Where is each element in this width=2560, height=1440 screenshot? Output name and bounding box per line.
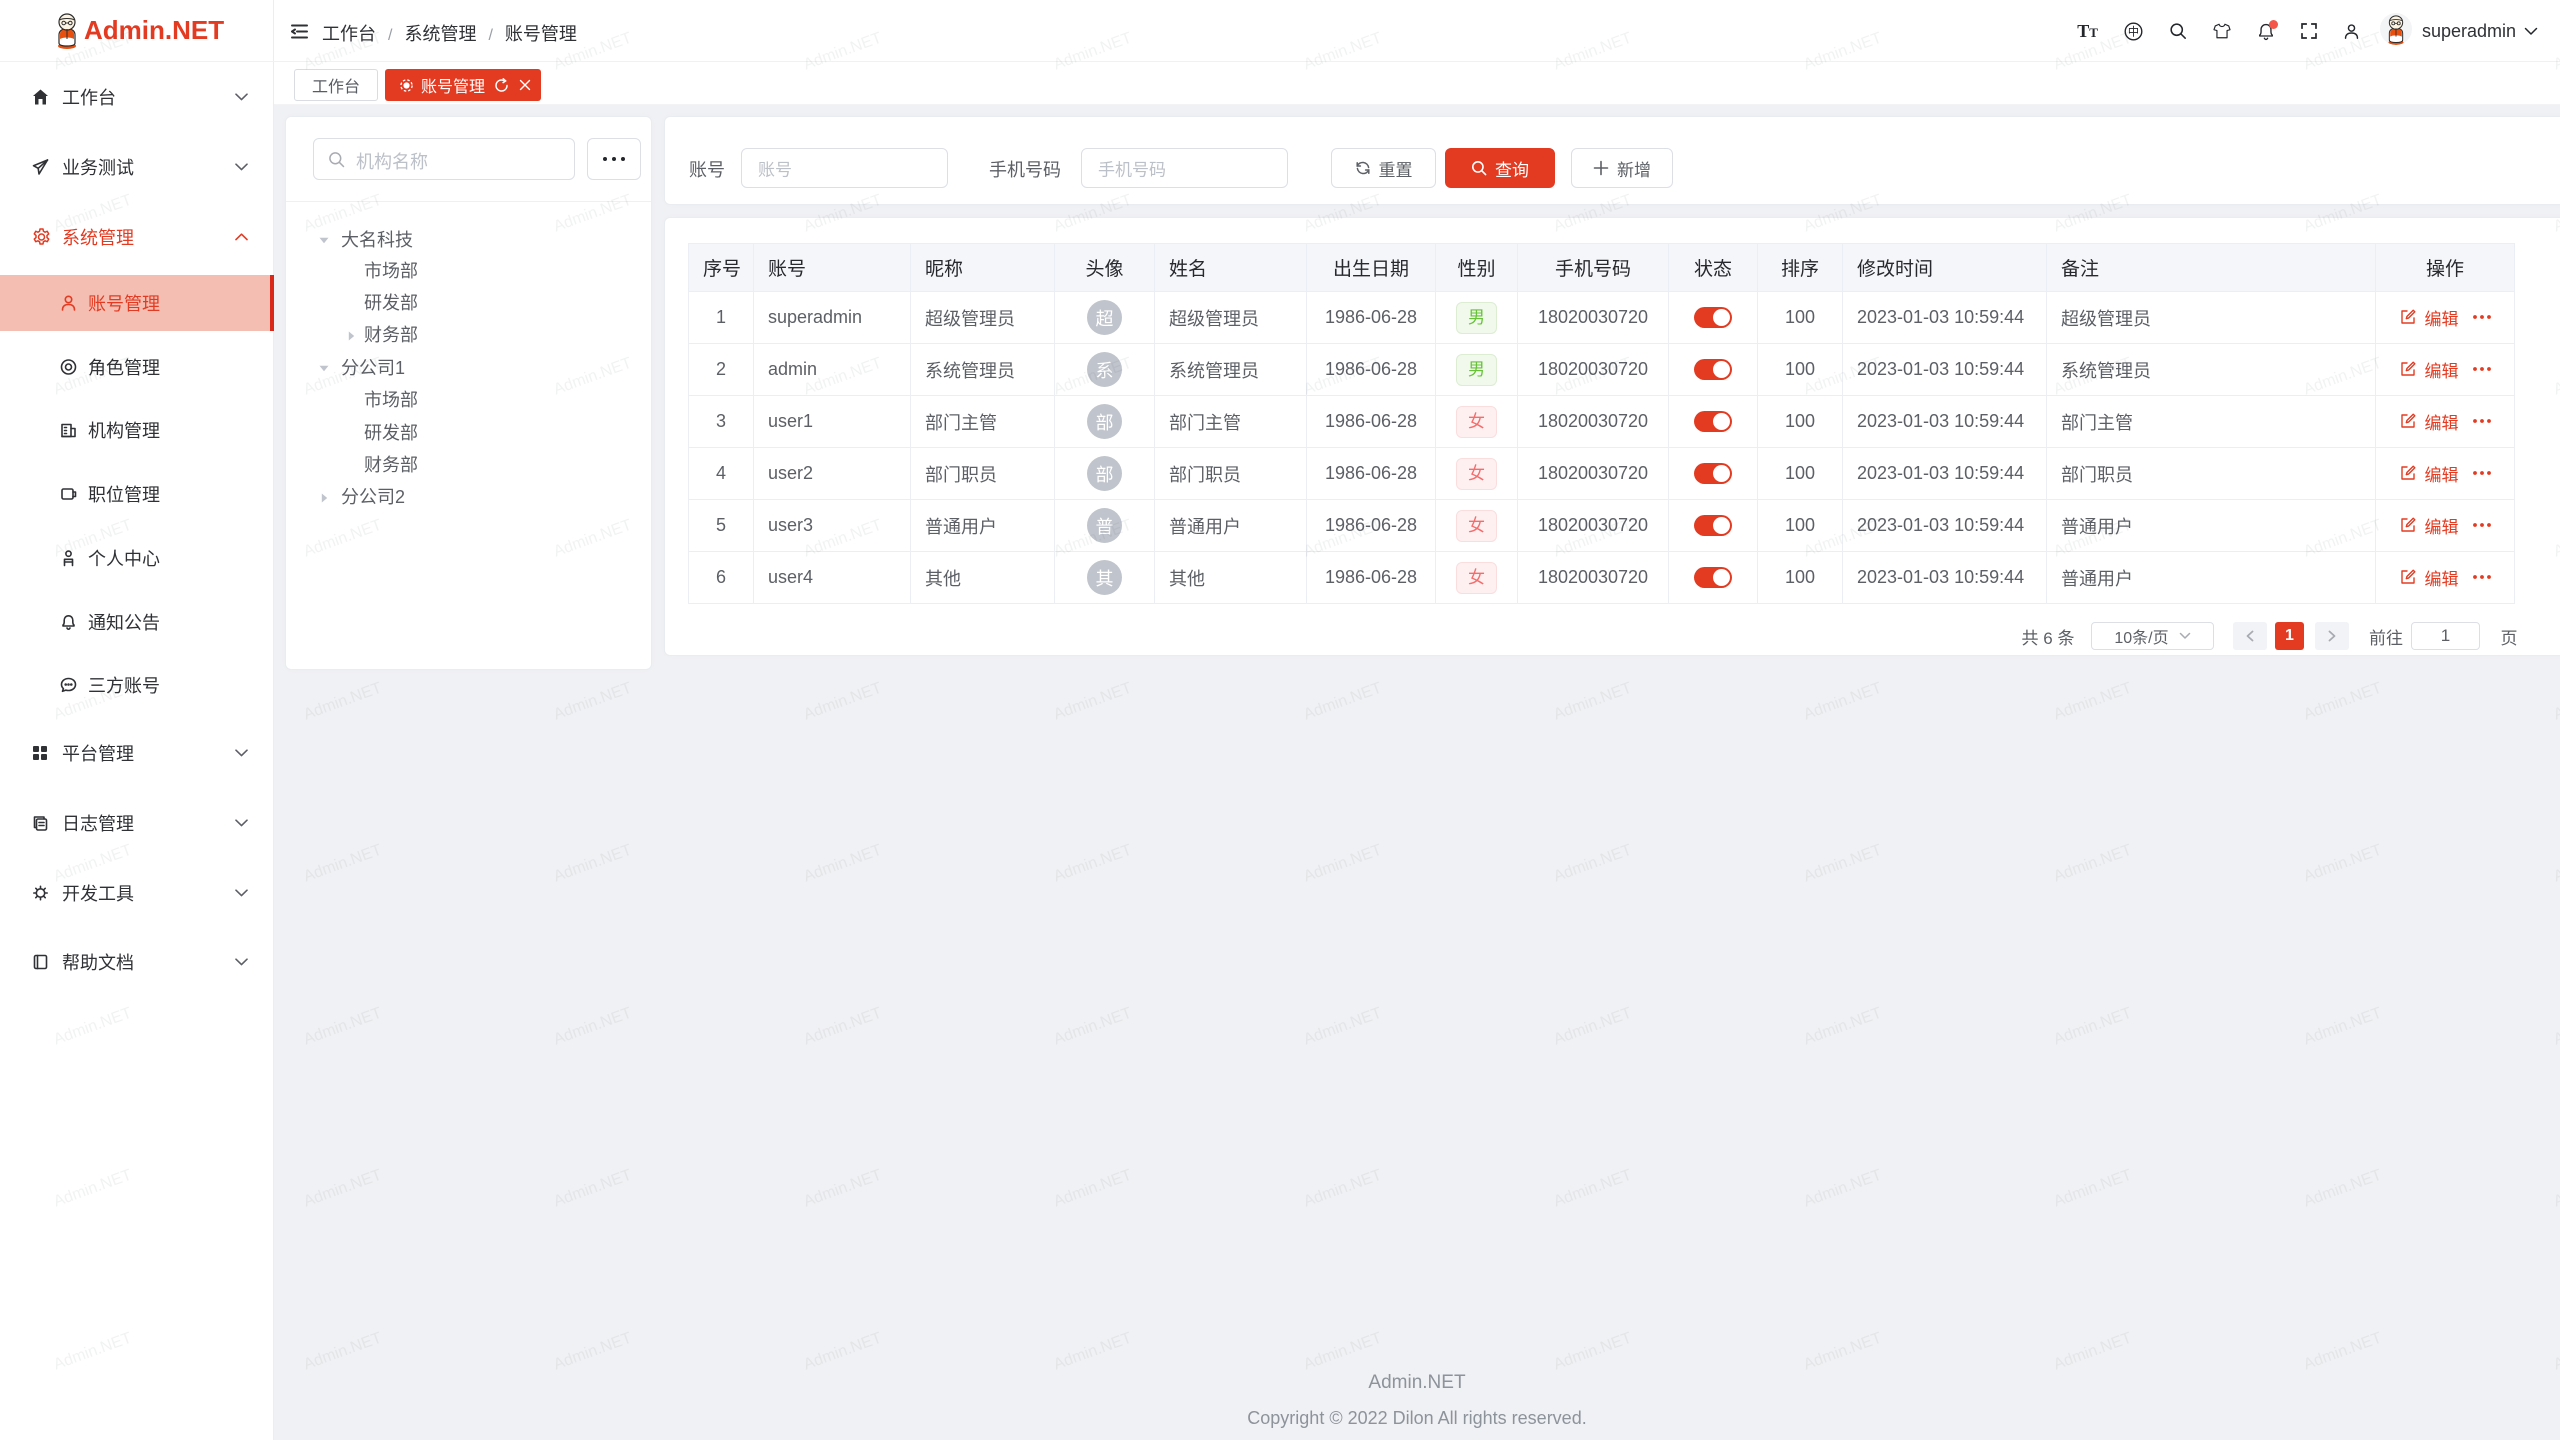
svg-text:中: 中 [2128, 25, 2139, 38]
